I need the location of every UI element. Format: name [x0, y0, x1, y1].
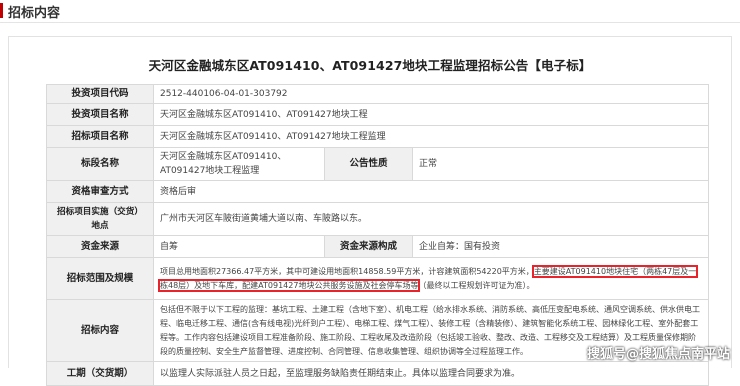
value-scope: 项目总用地面积27366.47平方米，其中可建设用地面积14858.59平方米，… [152, 257, 710, 300]
value-invest-name: 天河区金融城东区AT091410、AT091427地块工程 [152, 103, 710, 126]
info-table: 投资项目代码 2512-440106-04-01-303792 投资项目名称 天… [46, 84, 710, 386]
scope-text-part1: 项目总用地面积27366.47平方米，其中可建设用地面积14858.59平方米，… [160, 266, 534, 276]
table-row: 资金来源 自筹 资金来源构成 企业自筹：国有投资 [46, 235, 710, 258]
table-row: 投资项目名称 天河区金融城东区AT091410、AT091427地块工程 [46, 103, 710, 126]
label-scope: 招标范围及规模 [46, 257, 154, 300]
label-invest-name: 投资项目名称 [46, 103, 154, 126]
section-header: 招标内容 [0, 0, 740, 23]
table-row: 资格审查方式 资格后审 [46, 180, 710, 203]
section-accent-bar [0, 3, 3, 18]
value-qualification: 资格后审 [152, 180, 710, 203]
label-qualification: 资格审查方式 [46, 180, 154, 203]
table-row: 招标项目名称 天河区金融城东区AT091410、AT091427地块工程监理 [46, 125, 710, 148]
table-row: 工期（交货期） 以监理人实际派驻人员之日起，至监理服务缺陷责任期结束止。具体以监… [46, 361, 710, 386]
value-tender-name: 天河区金融城东区AT091410、AT091427地块工程监理 [152, 125, 710, 148]
label-funds-composition: 资金来源构成 [324, 235, 413, 258]
scope-text-part2: （最终以工程规划许可证为准）。 [418, 280, 535, 290]
value-funds-composition: 企业自筹：国有投资 [411, 235, 710, 258]
value-period: 以监理人实际派驻人员之日起，至监理服务缺陷责任期结束止。具体以监理合同要求为准。 [152, 361, 710, 386]
label-funds: 资金来源 [46, 235, 154, 258]
table-row: 投资项目代码 2512-440106-04-01-303792 [46, 84, 710, 104]
value-location: 广州市天河区车陂街道黄埔大道以南、车陂路以东。 [152, 202, 710, 236]
value-notice-type: 正常 [411, 147, 710, 181]
label-location: 招标项目实施（交货）地点 [46, 202, 154, 236]
table-row: 招标项目实施（交货）地点 广州市天河区车陂街道黄埔大道以南、车陂路以东。 [46, 202, 710, 236]
announcement-card: 天河区金融城东区AT091410、AT091427地块工程监理招标公告【电子标】… [8, 36, 732, 386]
doc-title: 天河区金融城东区AT091410、AT091427地块工程监理招标公告【电子标】 [148, 58, 592, 73]
label-code: 投资项目代码 [46, 84, 154, 104]
value-code: 2512-440106-04-01-303792 [152, 84, 710, 104]
value-funds: 自筹 [153, 235, 325, 258]
label-notice-type: 公告性质 [324, 147, 413, 181]
label-period: 工期（交货期） [46, 361, 154, 386]
table-row: 标段名称 天河区金融城东区AT091410、AT091427地块工程监理 公告性… [46, 147, 710, 181]
table-row: 招标范围及规模 项目总用地面积27366.47平方米，其中可建设用地面积1485… [46, 257, 710, 300]
label-tender-name: 招标项目名称 [46, 125, 154, 148]
label-section: 标段名称 [46, 147, 154, 181]
value-section: 天河区金融城东区AT091410、AT091427地块工程监理 [153, 147, 325, 181]
section-title: 招标内容 [8, 6, 61, 21]
watermark: 搜狐号@搜狐焦点南平站 [586, 347, 730, 362]
label-content: 招标内容 [46, 299, 154, 362]
